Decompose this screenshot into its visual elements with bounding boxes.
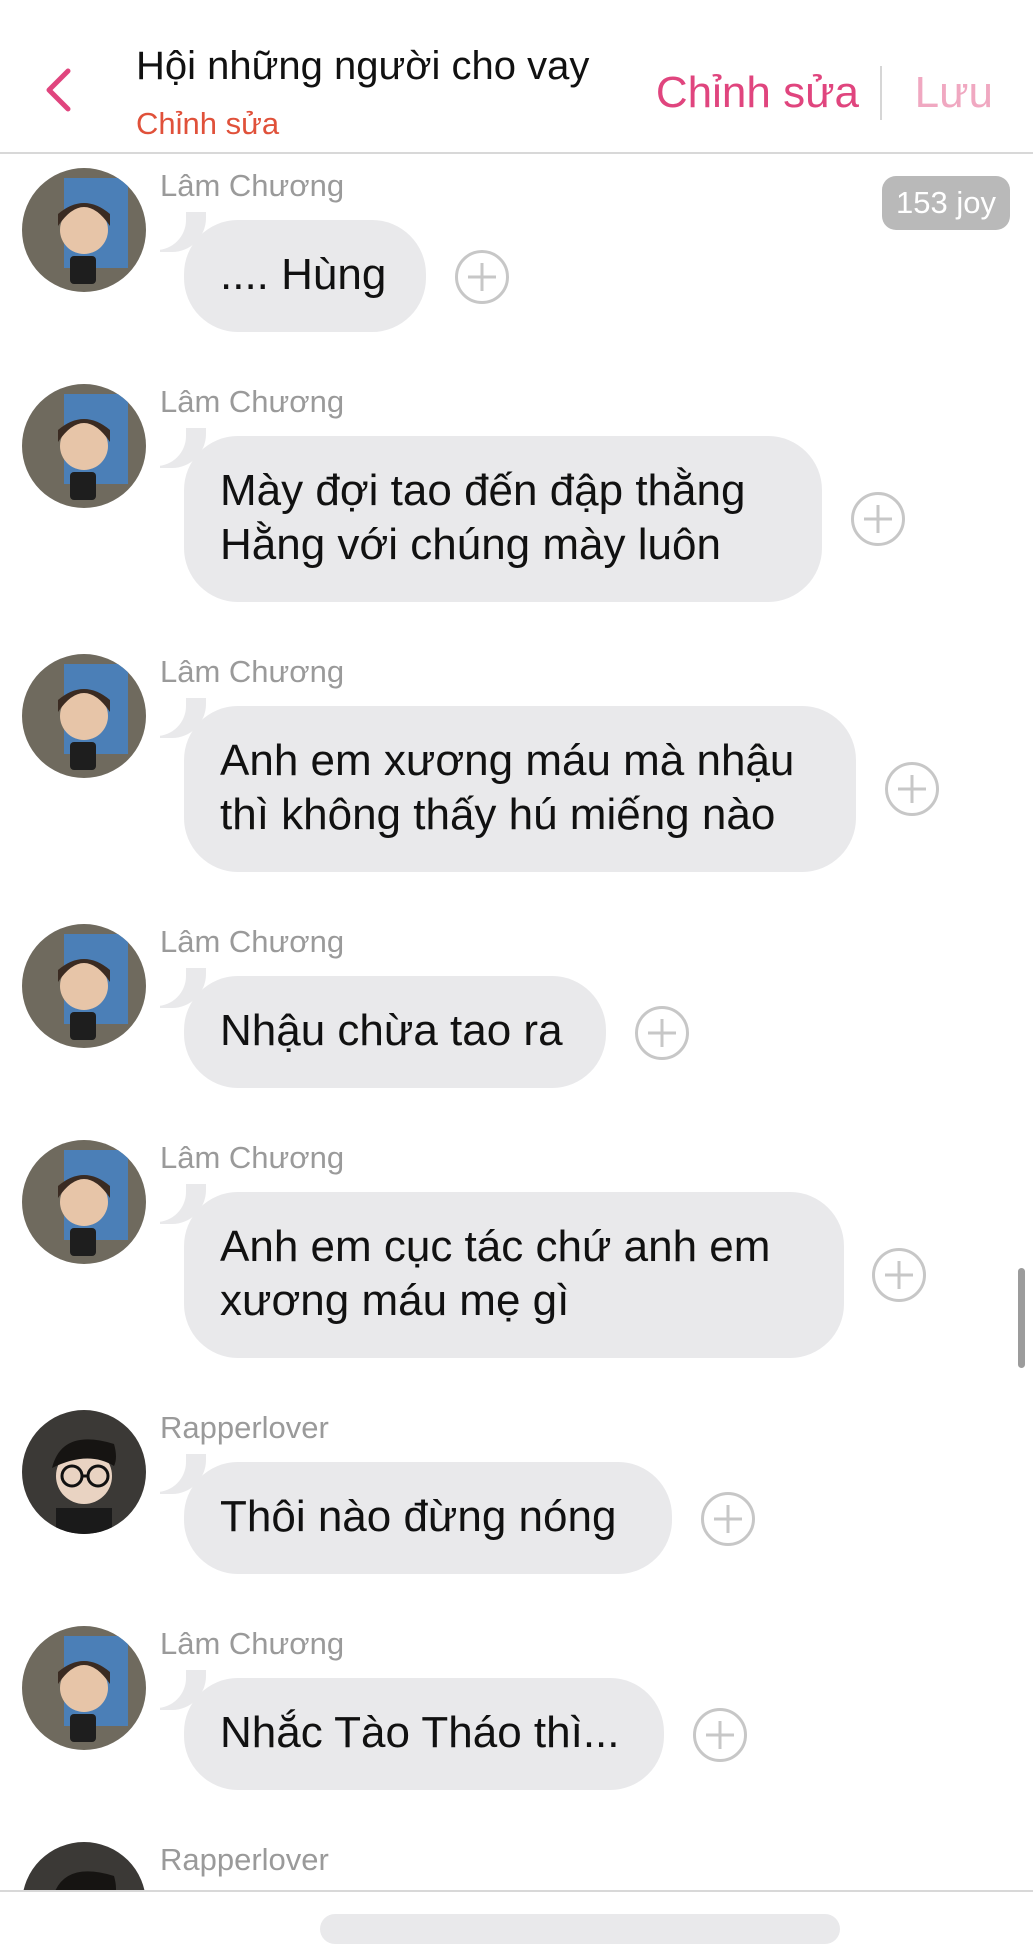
add-reaction-button[interactable] <box>635 1006 689 1060</box>
sender-name: Lâm Chương <box>160 1626 345 1661</box>
message-text: Thôi nào đừng nóng <box>220 1492 617 1541</box>
sender-name: Lâm Chương <box>160 384 345 419</box>
sender-name: Lâm Chương <box>160 1140 345 1175</box>
sender-name: Lâm Chương <box>160 168 345 203</box>
add-reaction-button[interactable] <box>885 762 939 816</box>
joy-badge: 153 joy <box>882 176 1010 230</box>
message-text: Anh em cục tác chứ anh em xương máu mẹ g… <box>220 1222 771 1325</box>
avatar[interactable] <box>22 654 146 778</box>
message-text: .... Hùng <box>220 250 387 299</box>
add-reaction-button[interactable] <box>872 1248 926 1302</box>
message-text: Anh em xương máu mà nhậu thì không thấy … <box>220 736 795 839</box>
add-reaction-button[interactable] <box>851 492 905 546</box>
avatar[interactable] <box>22 1410 146 1534</box>
sender-name: Lâm Chương <box>160 654 345 689</box>
avatar-photo-icon <box>22 1626 146 1750</box>
message-text: Nhắc Tào Tháo thì... <box>220 1708 620 1757</box>
message-bubble[interactable]: Nhắc Tào Tháo thì... <box>150 1664 664 1790</box>
message-bubble[interactable]: Mày đợi tao đến đập thằng Hằng với chúng… <box>150 422 822 602</box>
add-reaction-button[interactable] <box>701 1492 755 1546</box>
avatar-photo-icon <box>22 384 146 508</box>
add-reaction-button[interactable] <box>693 1708 747 1762</box>
sender-name: Rapperlover <box>160 1842 329 1877</box>
save-button[interactable]: Lưu <box>915 68 993 118</box>
message-text: Nhậu chừa tao ra <box>220 1006 563 1055</box>
message-bubble[interactable]: .... Hùng <box>150 206 426 332</box>
chat-header: Hội những người cho vay Chỉnh sửa Chỉnh … <box>0 0 1033 154</box>
back-button[interactable] <box>36 62 80 118</box>
scrollbar[interactable] <box>1018 1268 1025 1368</box>
avatar[interactable] <box>22 384 146 508</box>
edit-button[interactable]: Chỉnh sửa <box>656 68 859 118</box>
page-title: Hội những người cho vay <box>136 44 590 88</box>
avatar[interactable] <box>22 1842 146 1890</box>
avatar[interactable] <box>22 168 146 292</box>
avatar-photo-icon <box>22 168 146 292</box>
chevron-left-icon <box>46 68 71 112</box>
avatar-photo-icon <box>22 1410 146 1534</box>
page-subtitle[interactable]: Chỉnh sửa <box>136 106 279 142</box>
header-divider <box>880 66 882 120</box>
sender-name: Rapperlover <box>160 1410 329 1445</box>
message-bubble[interactable]: Thôi nào đừng nóng <box>150 1448 672 1574</box>
message-text: Mày đợi tao đến đập thằng Hằng với chúng… <box>220 466 746 569</box>
message-input[interactable] <box>320 1914 840 1944</box>
avatar-photo-icon <box>22 654 146 778</box>
avatar-photo-icon <box>22 1842 146 1890</box>
message-bubble[interactable]: Anh em xương máu mà nhậu thì không thấy … <box>150 692 856 872</box>
add-reaction-button[interactable] <box>455 250 509 304</box>
avatar-photo-icon <box>22 1140 146 1264</box>
avatar[interactable] <box>22 1140 146 1264</box>
message-row: Rapperlover <box>0 1842 1033 1890</box>
message-bubble[interactable]: Nhậu chừa tao ra <box>150 962 606 1088</box>
avatar[interactable] <box>22 1626 146 1750</box>
message-bubble[interactable]: Anh em cục tác chứ anh em xương máu mẹ g… <box>150 1178 844 1358</box>
sender-name: Lâm Chương <box>160 924 345 959</box>
avatar[interactable] <box>22 924 146 1048</box>
avatar-photo-icon <box>22 924 146 1048</box>
